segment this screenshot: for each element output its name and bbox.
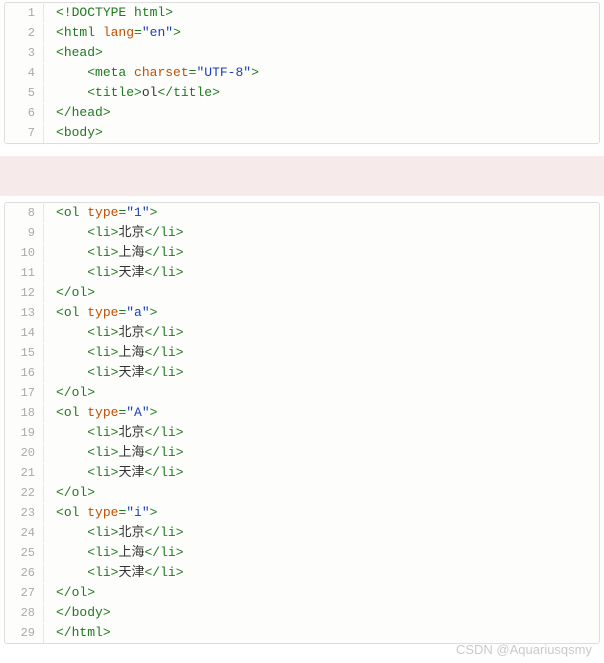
code-line: 1<!DOCTYPE html> <box>5 3 599 23</box>
line-number: 20 <box>5 444 44 463</box>
block-separator <box>0 156 604 196</box>
line-number: 17 <box>5 384 44 403</box>
code-content: <ol type="1"> <box>44 203 157 222</box>
code-content: <ol type="a"> <box>44 303 157 322</box>
code-line: 15 <li>上海</li> <box>5 343 599 363</box>
code-line: 22</ol> <box>5 483 599 503</box>
line-number: 25 <box>5 544 44 563</box>
code-content: <li>天津</li> <box>44 263 184 282</box>
line-number: 19 <box>5 424 44 443</box>
code-content: <li>上海</li> <box>44 343 184 362</box>
code-content: </html> <box>44 623 111 642</box>
code-content: <li>北京</li> <box>44 323 184 342</box>
code-content: <li>北京</li> <box>44 523 184 542</box>
line-number: 16 <box>5 364 44 383</box>
code-content: <body> <box>44 123 103 142</box>
code-line: 9 <li>北京</li> <box>5 223 599 243</box>
code-content: </ol> <box>44 483 95 502</box>
line-number: 23 <box>5 504 44 523</box>
line-number: 11 <box>5 264 44 283</box>
line-number: 15 <box>5 344 44 363</box>
code-content: <li>北京</li> <box>44 423 184 442</box>
code-line: 4 <meta charset="UTF-8"> <box>5 63 599 83</box>
code-line: 13<ol type="a"> <box>5 303 599 323</box>
line-number: 12 <box>5 284 44 303</box>
code-content: <li>北京</li> <box>44 223 184 242</box>
line-number: 13 <box>5 304 44 323</box>
code-content: <ol type="A"> <box>44 403 157 422</box>
line-number: 21 <box>5 464 44 483</box>
code-line: 7<body> <box>5 123 599 143</box>
line-number: 14 <box>5 324 44 343</box>
code-line: 5 <title>ol</title> <box>5 83 599 103</box>
code-content: <ol type="i"> <box>44 503 157 522</box>
code-content: <head> <box>44 43 103 62</box>
code-content: <li>天津</li> <box>44 563 184 582</box>
code-line: 6</head> <box>5 103 599 123</box>
watermark: CSDN @Aquariusqsmy <box>456 642 592 657</box>
code-line: 29</html> <box>5 623 599 643</box>
line-number: 22 <box>5 484 44 503</box>
code-content: <li>上海</li> <box>44 543 184 562</box>
code-content: <li>上海</li> <box>44 443 184 462</box>
code-line: 12</ol> <box>5 283 599 303</box>
code-content: </ol> <box>44 383 95 402</box>
line-number: 29 <box>5 624 44 643</box>
code-line: 21 <li>天津</li> <box>5 463 599 483</box>
code-line: 20 <li>上海</li> <box>5 443 599 463</box>
line-number: 1 <box>5 4 44 23</box>
line-number: 9 <box>5 224 44 243</box>
code-line: 18<ol type="A"> <box>5 403 599 423</box>
code-line: 24 <li>北京</li> <box>5 523 599 543</box>
code-content: </head> <box>44 103 111 122</box>
code-content: <!DOCTYPE html> <box>44 3 173 22</box>
code-content: <li>天津</li> <box>44 463 184 482</box>
line-number: 26 <box>5 564 44 583</box>
line-number: 5 <box>5 84 44 103</box>
line-number: 6 <box>5 104 44 123</box>
code-line: 23<ol type="i"> <box>5 503 599 523</box>
code-line: 14 <li>北京</li> <box>5 323 599 343</box>
line-number: 10 <box>5 244 44 263</box>
line-number: 4 <box>5 64 44 83</box>
code-line: 2<html lang="en"> <box>5 23 599 43</box>
code-content: </ol> <box>44 283 95 302</box>
line-number: 18 <box>5 404 44 423</box>
code-line: 27</ol> <box>5 583 599 603</box>
code-content: </ol> <box>44 583 95 602</box>
line-number: 8 <box>5 204 44 223</box>
code-line: 3<head> <box>5 43 599 63</box>
code-block: 8<ol type="1">9 <li>北京</li>10 <li>上海</li… <box>4 202 600 644</box>
code-line: 19 <li>北京</li> <box>5 423 599 443</box>
line-number: 28 <box>5 604 44 623</box>
code-line: 10 <li>上海</li> <box>5 243 599 263</box>
code-content: <meta charset="UTF-8"> <box>44 63 259 82</box>
code-line: 11 <li>天津</li> <box>5 263 599 283</box>
code-line: 26 <li>天津</li> <box>5 563 599 583</box>
code-content: <li>天津</li> <box>44 363 184 382</box>
line-number: 27 <box>5 584 44 603</box>
code-block: 1<!DOCTYPE html>2<html lang="en">3<head>… <box>4 2 600 144</box>
code-line: 17</ol> <box>5 383 599 403</box>
line-number: 7 <box>5 124 44 143</box>
code-line: 16 <li>天津</li> <box>5 363 599 383</box>
code-content: <title>ol</title> <box>44 83 220 102</box>
code-content: <html lang="en"> <box>44 23 181 42</box>
code-line: 8<ol type="1"> <box>5 203 599 223</box>
code-line: 28</body> <box>5 603 599 623</box>
line-number: 24 <box>5 524 44 543</box>
code-content: <li>上海</li> <box>44 243 184 262</box>
line-number: 2 <box>5 24 44 43</box>
code-line: 25 <li>上海</li> <box>5 543 599 563</box>
code-content: </body> <box>44 603 111 622</box>
line-number: 3 <box>5 44 44 63</box>
